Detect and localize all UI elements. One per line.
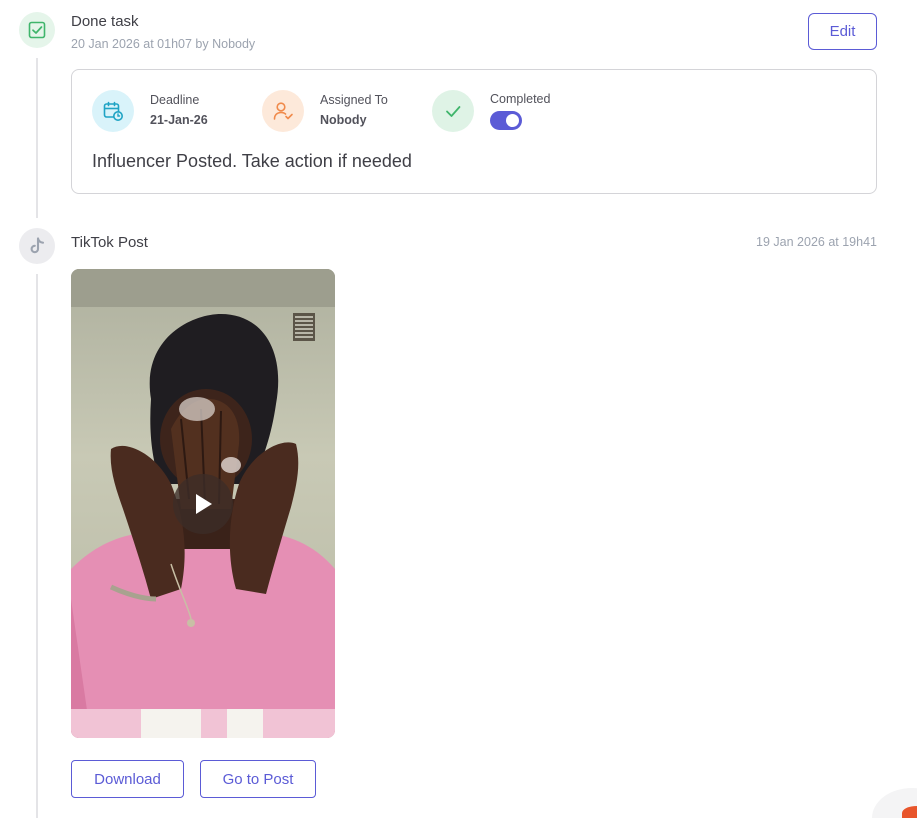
completed-label: Completed — [490, 92, 551, 106]
user-check-icon — [262, 90, 304, 132]
deadline-label: Deadline — [150, 93, 200, 107]
tiktok-icon — [19, 228, 55, 264]
download-button[interactable]: Download — [71, 760, 184, 798]
go-to-post-button[interactable]: Go to Post — [200, 760, 316, 798]
assigned-value: Nobody — [320, 113, 367, 127]
video-thumbnail[interactable] — [71, 269, 335, 738]
task-description: Influencer Posted. Take action if needed — [92, 151, 412, 171]
task-card: Deadline 21-Jan-26 Assigned To Nobody Co… — [71, 69, 877, 194]
completed-toggle[interactable] — [490, 111, 522, 130]
assigned-label: Assigned To — [320, 93, 388, 107]
edit-button[interactable]: Edit — [808, 13, 877, 50]
event-date: 19 Jan 2026 at 19h41 — [756, 235, 877, 249]
event-title: TikTok Post — [71, 234, 148, 251]
toggle-knob — [506, 114, 519, 127]
timeline-line — [36, 58, 38, 218]
play-icon[interactable] — [173, 474, 233, 534]
calendar-clock-icon — [92, 90, 134, 132]
event-subtitle: 20 Jan 2026 at 01h07 by Nobody — [71, 37, 256, 51]
deadline-value: 21-Jan-26 — [150, 113, 208, 127]
check-icon — [432, 90, 474, 132]
chat-widget-icon[interactable] — [902, 806, 917, 818]
timeline-line — [36, 274, 38, 818]
checkbox-icon — [19, 12, 55, 48]
event-title: Done task — [71, 13, 139, 30]
